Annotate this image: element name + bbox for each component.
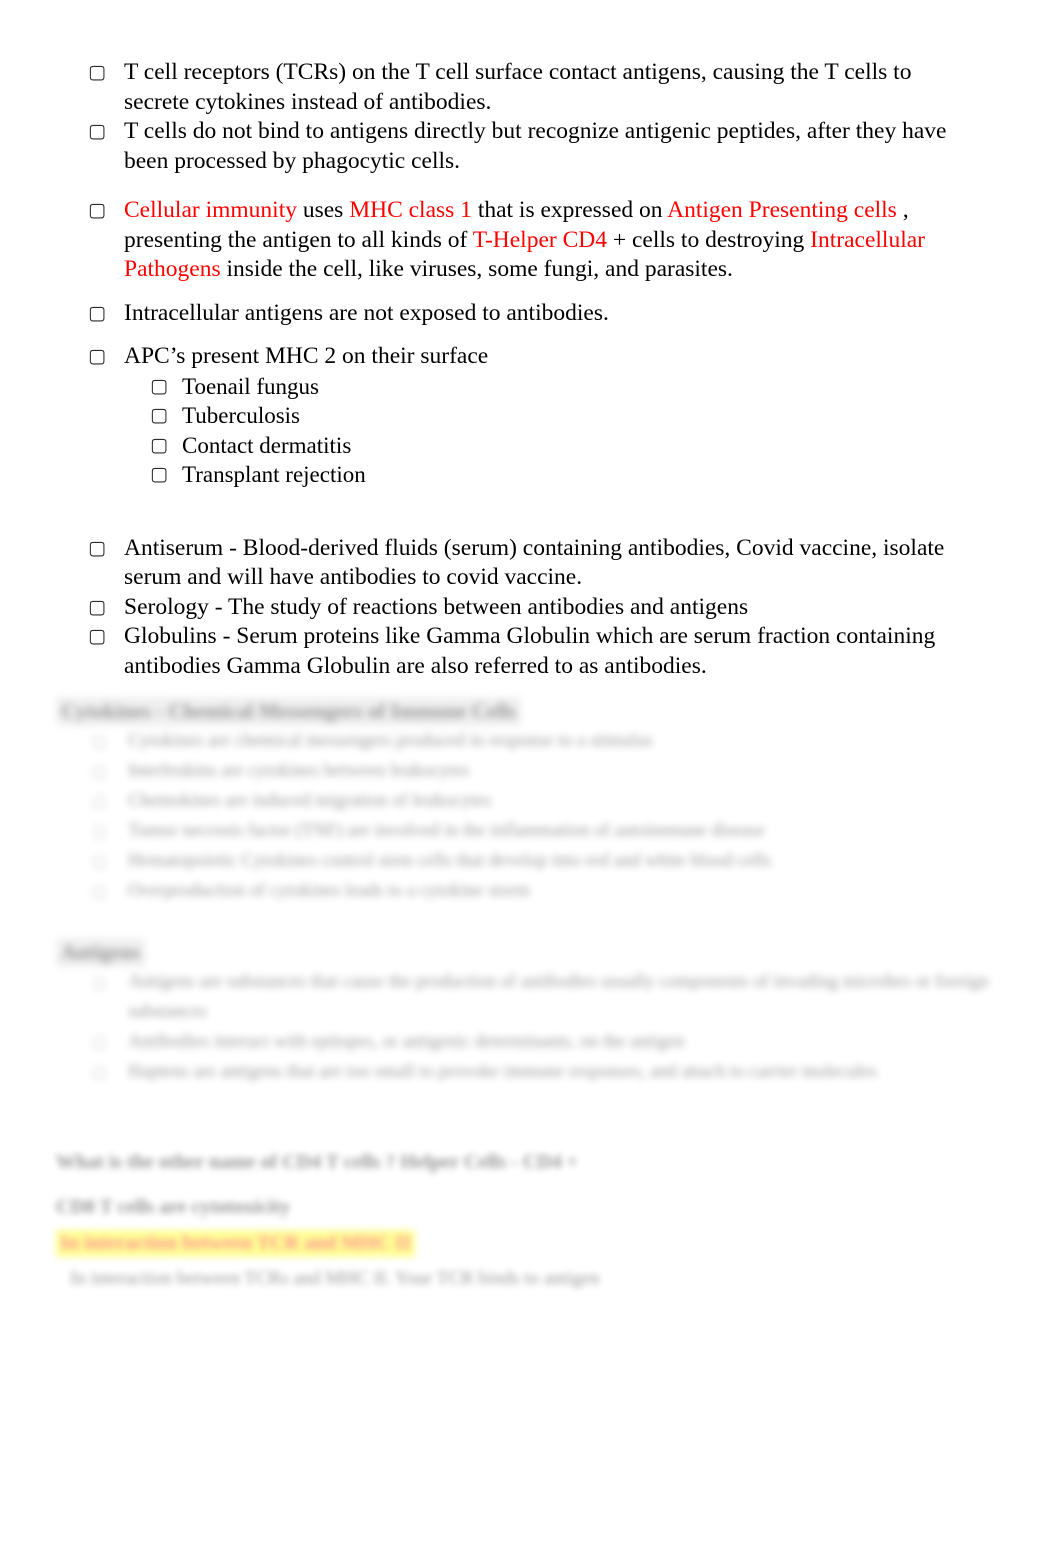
box-bullet-icon: ▢ [150, 433, 168, 456]
cellular-immunity-text: Cellular immunity uses MHC class 1 that … [124, 196, 980, 285]
highlighted-note: In interaction between TCR and MHC II [56, 1230, 415, 1257]
list-item: ▢ Interleukins are cytokines between leu… [56, 756, 1016, 786]
list-item: ▢ Haptens are antigens that are too smal… [56, 1057, 1016, 1087]
box-bullet-icon: ▢ [92, 973, 107, 991]
list-item-text: Antiserum - Blood-derived fluids (serum)… [124, 534, 945, 591]
list-item: ▢ Toenail fungus [88, 372, 988, 402]
list-item-text: Antigens are substances that cause the p… [128, 972, 989, 1022]
box-bullet-icon: ▢ [88, 345, 106, 367]
list-item-text: T cell receptors (TCRs) on the T cell su… [124, 59, 912, 115]
list-item: ▢ Tuberculosis [88, 401, 988, 431]
connector-text: + cells to destroying [606, 226, 811, 253]
box-bullet-icon: ▢ [88, 199, 106, 221]
question-tail-line: In interaction between TCRs and MHC II. … [70, 1268, 600, 1289]
list-item-text: Overproduction of cytokines leads to a c… [128, 881, 531, 901]
list-item-text: Antibodies interact with epitopes, or an… [128, 1032, 685, 1052]
box-bullet-icon: ▢ [88, 536, 106, 559]
box-bullet-icon: ▢ [88, 61, 106, 83]
list-item-text: Contact dermatitis [182, 432, 352, 458]
list-item-text: Tuberculosis [182, 403, 300, 428]
list-item: ▢ T cells do not bind to antigens direct… [88, 117, 988, 176]
list-item-cellular-immunity: ▢ Cellular immunity uses MHC class 1 tha… [88, 196, 988, 285]
list-item: ▢ Overproduction of cytokines leads to a… [56, 876, 1016, 906]
list-item: ▢ Contact dermatitis [88, 431, 988, 461]
connector-text: inside the cell, like viruses, some fung… [220, 256, 733, 282]
list-item-text: Hematopoietic Cytokines control stem cel… [128, 851, 772, 871]
connector-text: uses [296, 197, 350, 223]
faded-antigens-section: Antigens ▢ Antigens are substances that … [56, 938, 1016, 1087]
box-bullet-icon: ▢ [92, 1063, 107, 1081]
list-item-text: Transplant rejection [182, 462, 366, 487]
highlight-wrapper: In interaction between TCR and MHC II [56, 1230, 1016, 1257]
list-item-text: Serology - The study of reactions betwee… [124, 593, 749, 620]
box-bullet-icon: ▢ [88, 595, 106, 618]
document-page: ▢ T cell receptors (TCRs) on the T cell … [0, 0, 1062, 1561]
list-item-serology: ▢ Serology - The study of reactions betw… [88, 593, 988, 623]
term-t-helper-cd4: T-Helper CD4 [472, 226, 607, 253]
box-bullet-icon: ▢ [88, 301, 106, 324]
faded-cytokines-section: Cytokines - Chemical Messengers of Immun… [56, 697, 1016, 906]
list-item-text: Haptens are antigens that are too small … [128, 1062, 877, 1082]
list-item: ▢ Transplant rejection [88, 460, 988, 490]
box-bullet-icon: ▢ [88, 120, 106, 142]
term-cellular-immunity: Cellular immunity [124, 197, 297, 223]
list-item-text: Tumor necrosis factor (TNF) are involved… [128, 821, 765, 841]
box-bullet-icon: ▢ [92, 822, 107, 840]
list-item-apc-heading: ▢ APC’s present MHC 2 on their surface [88, 342, 988, 372]
term-antigen-presenting-cells: Antigen Presenting cells [667, 197, 897, 223]
list-item-antiserum: ▢ Antiserum - Blood-derived fluids (seru… [88, 534, 988, 593]
faded-question-section: What is the other name of CD4 T cells ? … [56, 1140, 1016, 1301]
list-item-globulins: ▢ Globulins - Serum proteins like Gamma … [88, 622, 988, 681]
connector-text: that is expressed on [471, 197, 668, 223]
question-line-2: CD8 T cells are cytotoxicity [56, 1196, 291, 1218]
list-item-text: Toenail fungus [182, 373, 320, 399]
section-heading-antigens: Antigens [56, 938, 146, 967]
box-bullet-icon: ▢ [92, 852, 107, 870]
question-line-1: What is the other name of CD4 T cells ? … [56, 1151, 579, 1173]
list-item-text: Chemokines are induced migration of leuk… [128, 791, 492, 811]
list-item-text: Intracellular antigens are not exposed t… [124, 299, 609, 326]
list-item-text: T cells do not bind to antigens directly… [124, 118, 947, 174]
list-item-text: Globulins - Serum proteins like Gamma Gl… [124, 623, 936, 679]
list-item: ▢ Chemokines are induced migration of le… [56, 786, 1016, 816]
section-heading-cytokines: Cytokines - Chemical Messengers of Immun… [56, 697, 521, 726]
list-item-text: Interleukins are cytokines between leuko… [128, 761, 470, 781]
term-mhc-class-1: MHC class 1 [349, 197, 472, 223]
box-bullet-icon: ▢ [150, 404, 168, 426]
box-bullet-icon: ▢ [150, 374, 168, 397]
box-bullet-icon: ▢ [92, 882, 107, 900]
box-bullet-icon: ▢ [92, 792, 107, 810]
list-item: ▢ Antibodies interact with epitopes, or … [56, 1027, 1016, 1057]
box-bullet-icon: ▢ [92, 1033, 107, 1051]
list-item-intracellular-antigens: ▢ Intracellular antigens are not exposed… [88, 299, 988, 329]
list-item: ▢ T cell receptors (TCRs) on the T cell … [88, 58, 988, 117]
list-item: ▢ Cytokines are chemical messengers prod… [56, 726, 1016, 756]
list-item-text: APC’s present MHC 2 on their surface [124, 343, 489, 369]
list-item: ▢ Hematopoietic Cytokines control stem c… [56, 846, 1016, 876]
box-bullet-icon: ▢ [92, 762, 107, 780]
list-item: ▢ Tumor necrosis factor (TNF) are involv… [56, 816, 1016, 846]
box-bullet-icon: ▢ [92, 732, 107, 750]
list-item: ▢ Antigens are substances that cause the… [56, 967, 1016, 1027]
box-bullet-icon: ▢ [88, 625, 106, 647]
main-notes-body: ▢ T cell receptors (TCRs) on the T cell … [88, 58, 988, 681]
list-item-text: Cytokines are chemical messengers produc… [128, 731, 653, 751]
box-bullet-icon: ▢ [150, 463, 168, 485]
